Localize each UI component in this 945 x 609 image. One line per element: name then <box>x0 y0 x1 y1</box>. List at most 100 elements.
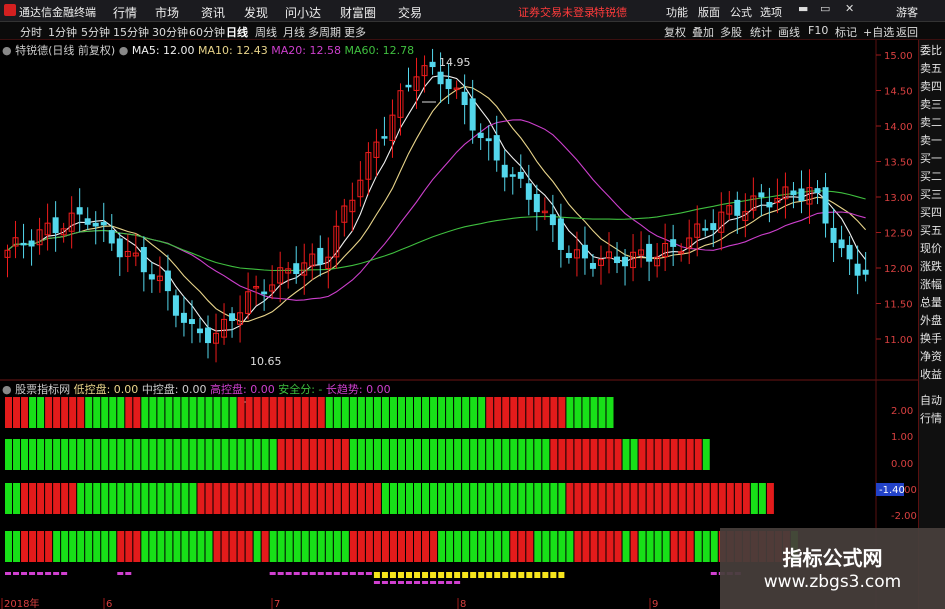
btn-add-favorite[interactable]: +自选 <box>863 24 894 40</box>
btn-fuquan[interactable]: 复权 <box>664 24 686 40</box>
quote-panel-label[interactable]: 买二 <box>920 168 945 185</box>
sub-red-bar <box>237 397 245 428</box>
quote-panel-label[interactable]: 涨幅 <box>920 276 945 293</box>
yellow-dot <box>422 572 429 578</box>
btn-diejia[interactable]: 叠加 <box>692 24 714 40</box>
quote-panel-label[interactable]: 卖四 <box>920 78 945 95</box>
login-notice[interactable]: 证券交易未登录 <box>518 4 595 20</box>
menu-banmian[interactable]: 版面 <box>698 4 720 20</box>
tab-1min[interactable]: 1分钟 <box>48 24 77 40</box>
tab-week[interactable]: 周线 <box>255 24 277 40</box>
quote-panel-label[interactable]: 买一 <box>920 150 945 167</box>
sub-red-bar <box>678 483 686 514</box>
quote-panel-label[interactable]: 自动 <box>920 392 945 409</box>
sub-red-bar <box>614 531 622 562</box>
sub-red-bar <box>686 483 694 514</box>
menu-wenxiaoda[interactable]: 问小达 <box>285 4 321 21</box>
menu-gongshi[interactable]: 公式 <box>730 4 752 20</box>
y-tick-label: 13.00 <box>884 193 913 204</box>
quote-panel-label[interactable]: 买四 <box>920 204 945 221</box>
quote-panel-label[interactable]: 涨跌 <box>920 258 945 275</box>
btn-huaxian[interactable]: 画线 <box>778 24 800 40</box>
magenta-dot <box>406 581 412 584</box>
sub-red-bar <box>534 397 542 428</box>
quote-panel-label[interactable]: 现价 <box>920 240 945 257</box>
sub-red-bar <box>694 483 702 514</box>
sub-green-bar <box>381 483 389 514</box>
sub-red-bar <box>125 397 133 428</box>
sub-red-bar <box>526 397 534 428</box>
yellow-dot <box>486 572 493 578</box>
sub-red-bar <box>261 483 269 514</box>
quote-panel-label[interactable]: 总量 <box>920 294 945 311</box>
quote-panel-label[interactable]: 卖一 <box>920 132 945 149</box>
sub-green-bar <box>574 397 582 428</box>
sub-green-bar <box>245 439 253 470</box>
sub-red-bar <box>502 397 510 428</box>
sub-green-bar <box>29 397 37 428</box>
sub-green-bar <box>45 439 53 470</box>
tab-30min[interactable]: 30分钟 <box>152 24 188 40</box>
magenta-dot <box>29 572 36 575</box>
min-icon[interactable]: ▬ <box>798 2 808 15</box>
tab-month[interactable]: 月线 <box>283 24 305 40</box>
tab-15min[interactable]: 15分钟 <box>113 24 149 40</box>
sub-red-bar <box>598 531 606 562</box>
quote-panel-label[interactable]: 买五 <box>920 222 945 239</box>
tab-multi[interactable]: 多周期 <box>308 24 341 40</box>
sub-red-bar <box>670 439 678 470</box>
sub-red-bar <box>510 531 518 562</box>
btn-back[interactable]: 返回 <box>896 24 918 40</box>
tab-5min[interactable]: 5分钟 <box>81 24 110 40</box>
sub-red-bar <box>574 439 582 470</box>
quote-panel-label[interactable]: 换手 <box>920 330 945 347</box>
btn-duogu[interactable]: 多股 <box>720 24 742 40</box>
sub-green-bar <box>141 531 149 562</box>
sub-green-bar <box>13 531 21 562</box>
sub-red-bar <box>638 439 646 470</box>
quote-panel-label[interactable]: 行情 <box>920 410 945 427</box>
candle-body <box>862 269 869 275</box>
chart-area[interactable]: 15.00 14.50 14.00 13.50 13.00 12.50 12.00 11.50… <box>0 40 945 609</box>
quote-panel-label[interactable]: 买三 <box>920 186 945 203</box>
menu-xuanxiang[interactable]: 选项 <box>760 4 782 20</box>
restore-icon[interactable]: ▭ <box>820 2 830 15</box>
btn-biaoji[interactable]: 标记 <box>835 24 857 40</box>
quote-panel-label[interactable]: 委比 <box>920 42 945 59</box>
menu-jiaoyi[interactable]: 交易 <box>398 4 422 21</box>
sub-green-bar <box>510 483 518 514</box>
quote-panel-label[interactable]: 净资 <box>920 348 945 365</box>
candle-body <box>766 201 773 208</box>
quote-panel-label[interactable]: 卖二 <box>920 114 945 131</box>
tab-fenshi[interactable]: 分时 <box>20 24 42 40</box>
menu-gongneng[interactable]: 功能 <box>666 4 688 20</box>
yellow-dot <box>430 572 437 578</box>
sub-green-bar <box>606 397 614 428</box>
close-icon[interactable]: ✕ <box>845 2 854 15</box>
kline-svg[interactable]: 15.00 14.50 14.00 13.50 13.00 12.50 12.00 11.50… <box>0 40 945 609</box>
menu-hangqing[interactable]: 行情 <box>113 4 137 21</box>
quote-panel-label[interactable]: 外盘 <box>920 312 945 329</box>
ma-settings-icon[interactable]: ● <box>119 44 129 57</box>
sub-red-bar <box>566 439 574 470</box>
tab-60min[interactable]: 60分钟 <box>189 24 225 40</box>
sub-green-bar <box>365 397 373 428</box>
candle-body <box>205 327 211 344</box>
btn-tongji[interactable]: 统计 <box>750 24 772 40</box>
menu-shichang[interactable]: 市场 <box>155 4 179 21</box>
tab-more[interactable]: 更多 <box>344 24 366 40</box>
sub-red-bar <box>654 439 662 470</box>
menu-zixun[interactable]: 资讯 <box>201 4 225 21</box>
sub-red-bar <box>414 531 422 562</box>
guest-label[interactable]: 游客 <box>896 4 918 20</box>
btn-f10[interactable]: F10 <box>808 24 828 37</box>
menu-faxian[interactable]: 发现 <box>244 4 268 21</box>
quote-panel-label[interactable]: 收益 <box>920 366 945 383</box>
legend-dot-icon: ● <box>2 44 12 57</box>
menu-caifuquan[interactable]: 财富圈 <box>340 4 376 21</box>
candle-body <box>501 164 508 178</box>
magenta-dot <box>301 572 308 575</box>
quote-panel-label[interactable]: 卖五 <box>920 60 945 77</box>
quote-panel-label[interactable]: 卖三 <box>920 96 945 113</box>
tab-day[interactable]: 日线 <box>226 24 248 40</box>
